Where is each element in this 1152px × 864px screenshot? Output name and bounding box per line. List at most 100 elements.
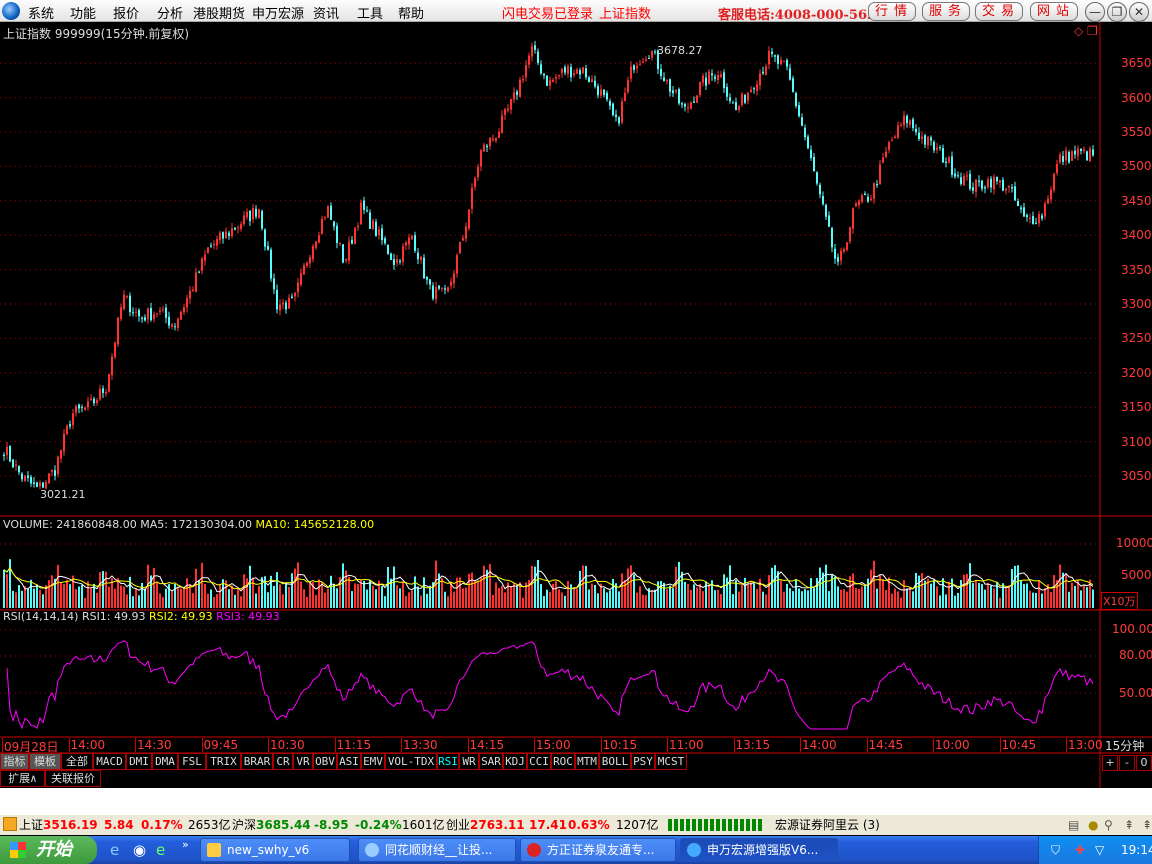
menu-item[interactable]: 工具 xyxy=(357,3,383,22)
volume-bar xyxy=(6,574,8,608)
bottom-tab[interactable]: 扩展∧ xyxy=(0,770,45,787)
candle-body xyxy=(690,102,692,109)
hs-change: -8.95 xyxy=(314,818,349,832)
indicator-tab[interactable]: MACD xyxy=(93,753,126,770)
more-icon[interactable]: ⇞ xyxy=(1142,815,1152,835)
chart-canvas[interactable] xyxy=(0,22,1152,788)
menu-item[interactable]: 帮助 xyxy=(398,3,424,22)
indicator-tab[interactable]: CR xyxy=(273,753,293,770)
candle-body xyxy=(1077,148,1079,156)
indicator-tab[interactable]: RSI xyxy=(437,753,459,770)
volume-bar xyxy=(894,588,896,608)
indicator-tab[interactable]: ASI xyxy=(337,753,361,770)
close-button[interactable]: ✕ xyxy=(1129,2,1149,22)
candle-body xyxy=(747,92,749,101)
menu-item[interactable]: 港股期货 xyxy=(193,3,245,22)
menu-item[interactable]: 功能 xyxy=(70,3,96,22)
indicator-tab[interactable]: ROC xyxy=(551,753,575,770)
indicator-tab[interactable]: MCST xyxy=(655,753,687,770)
indicator-tab[interactable]: 指标 xyxy=(0,753,29,770)
indicator-tab[interactable]: OBV xyxy=(313,753,337,770)
indicator-tab[interactable]: PSY xyxy=(631,753,655,770)
diamond-icon[interactable]: ◇ xyxy=(1074,24,1083,38)
volume-bar xyxy=(21,590,23,608)
period-selector[interactable]: 15分钟 xyxy=(1105,737,1144,754)
zoom-out-button[interactable]: - xyxy=(1119,755,1135,771)
menu-item[interactable]: 系统 xyxy=(28,3,54,22)
candle-body xyxy=(357,225,359,228)
menu-item[interactable]: 资讯 xyxy=(313,3,339,22)
browser-icon[interactable]: ◉ xyxy=(133,841,146,859)
candle-body xyxy=(870,198,872,201)
indicator-tab[interactable]: VOL-TDX xyxy=(385,753,437,770)
indicator-tab[interactable]: DMA xyxy=(152,753,178,770)
candle-body xyxy=(24,475,26,482)
taskbar-task[interactable]: 方正证券泉友通专... xyxy=(520,838,676,862)
minimize-button[interactable]: — xyxy=(1085,2,1105,22)
indicator-tab[interactable]: DMI xyxy=(126,753,152,770)
server-status[interactable]: 宏源证券阿里云 (3) xyxy=(775,815,880,835)
candle-body xyxy=(423,257,425,279)
candle-body xyxy=(522,78,524,81)
kline-chart-area[interactable]: 上证指数 999999(15分钟.前复权) ◇ ❐ 3678.27 3021.2… xyxy=(0,22,1152,788)
volume-bar xyxy=(342,563,344,608)
volume-bar xyxy=(153,568,155,608)
candle-body xyxy=(678,89,680,104)
indicator-tab[interactable]: FSL xyxy=(178,753,206,770)
nav-pill-button[interactable]: 网站 xyxy=(1030,2,1078,21)
candle-body xyxy=(222,232,224,239)
indicator-tab[interactable]: EMV xyxy=(361,753,385,770)
app-logo-icon xyxy=(2,2,20,20)
candle-body xyxy=(804,127,806,138)
cy-label[interactable]: 创业 xyxy=(446,815,470,835)
hs-label[interactable]: 沪深 xyxy=(232,815,256,835)
taskbar-task[interactable]: 同花顺财经__让投... xyxy=(358,838,516,862)
taskbar-task[interactable]: 申万宏源增强版V6... xyxy=(680,838,838,862)
volume-bar xyxy=(903,580,905,608)
indicator-tab[interactable]: 模板 xyxy=(29,753,61,770)
nav-pill-button[interactable]: 交易 xyxy=(975,2,1023,21)
restore-button[interactable]: ❐ xyxy=(1107,2,1127,22)
indicator-tab[interactable]: SAR xyxy=(479,753,503,770)
menu-item[interactable]: 报价 xyxy=(113,3,139,22)
taskbar-task[interactable]: new_swhy_v6 xyxy=(200,838,350,862)
volume-bar xyxy=(819,567,821,608)
menu-item[interactable]: 申万宏源 xyxy=(252,3,304,22)
bottom-tab[interactable]: 关联报价 xyxy=(45,770,101,787)
start-button[interactable]: 开始 xyxy=(0,836,97,864)
tray-security-icon[interactable]: ▽ xyxy=(1095,836,1104,864)
zoom-in-button[interactable]: + xyxy=(1102,755,1118,771)
indicator-tab[interactable]: BOLL xyxy=(599,753,631,770)
window-toggle-icon[interactable]: ❐ xyxy=(1087,24,1098,38)
signal-icon[interactable]: ⚲ xyxy=(1104,815,1113,835)
quicklaunch-more-icon[interactable]: » xyxy=(182,838,189,851)
indicator-tab[interactable]: VR xyxy=(293,753,313,770)
nav-pill-button[interactable]: 服务 xyxy=(922,2,970,21)
sh-label[interactable]: 上证 xyxy=(19,815,43,835)
indicator-tab[interactable]: CCI xyxy=(527,753,551,770)
notepad-icon[interactable]: ▤ xyxy=(1068,815,1079,835)
current-symbol-label[interactable]: 上证指数 xyxy=(599,3,651,22)
volume-bar xyxy=(816,578,818,608)
zoom-reset-button[interactable]: 0 xyxy=(1136,755,1152,771)
volume-bar xyxy=(765,594,767,608)
task-app-icon xyxy=(207,843,221,857)
tray-red-cross-icon[interactable]: ✚ xyxy=(1075,836,1085,864)
menu-item[interactable]: 分析 xyxy=(157,3,183,22)
indicator-tab[interactable]: BRAR xyxy=(241,753,273,770)
indicator-tab[interactable]: WR xyxy=(459,753,479,770)
volume-bar xyxy=(1074,585,1076,608)
indicator-tab[interactable]: KDJ xyxy=(503,753,527,770)
nav-pill-button[interactable]: 行情 xyxy=(868,2,916,21)
browser2-icon[interactable]: e xyxy=(156,841,165,859)
candle-body xyxy=(642,61,644,63)
indicator-tab[interactable]: 全部 xyxy=(61,753,93,770)
ie-icon[interactable]: e xyxy=(110,841,119,859)
candle-body xyxy=(168,316,170,326)
pin-icon[interactable]: ⇞ xyxy=(1124,815,1134,835)
tray-shield-icon[interactable]: ⛉ xyxy=(1051,836,1060,864)
indicator-tab[interactable]: MTM xyxy=(575,753,599,770)
volume-bar xyxy=(756,588,758,608)
indicator-tab[interactable]: TRIX xyxy=(206,753,241,770)
coin-icon[interactable]: ● xyxy=(1088,815,1098,835)
